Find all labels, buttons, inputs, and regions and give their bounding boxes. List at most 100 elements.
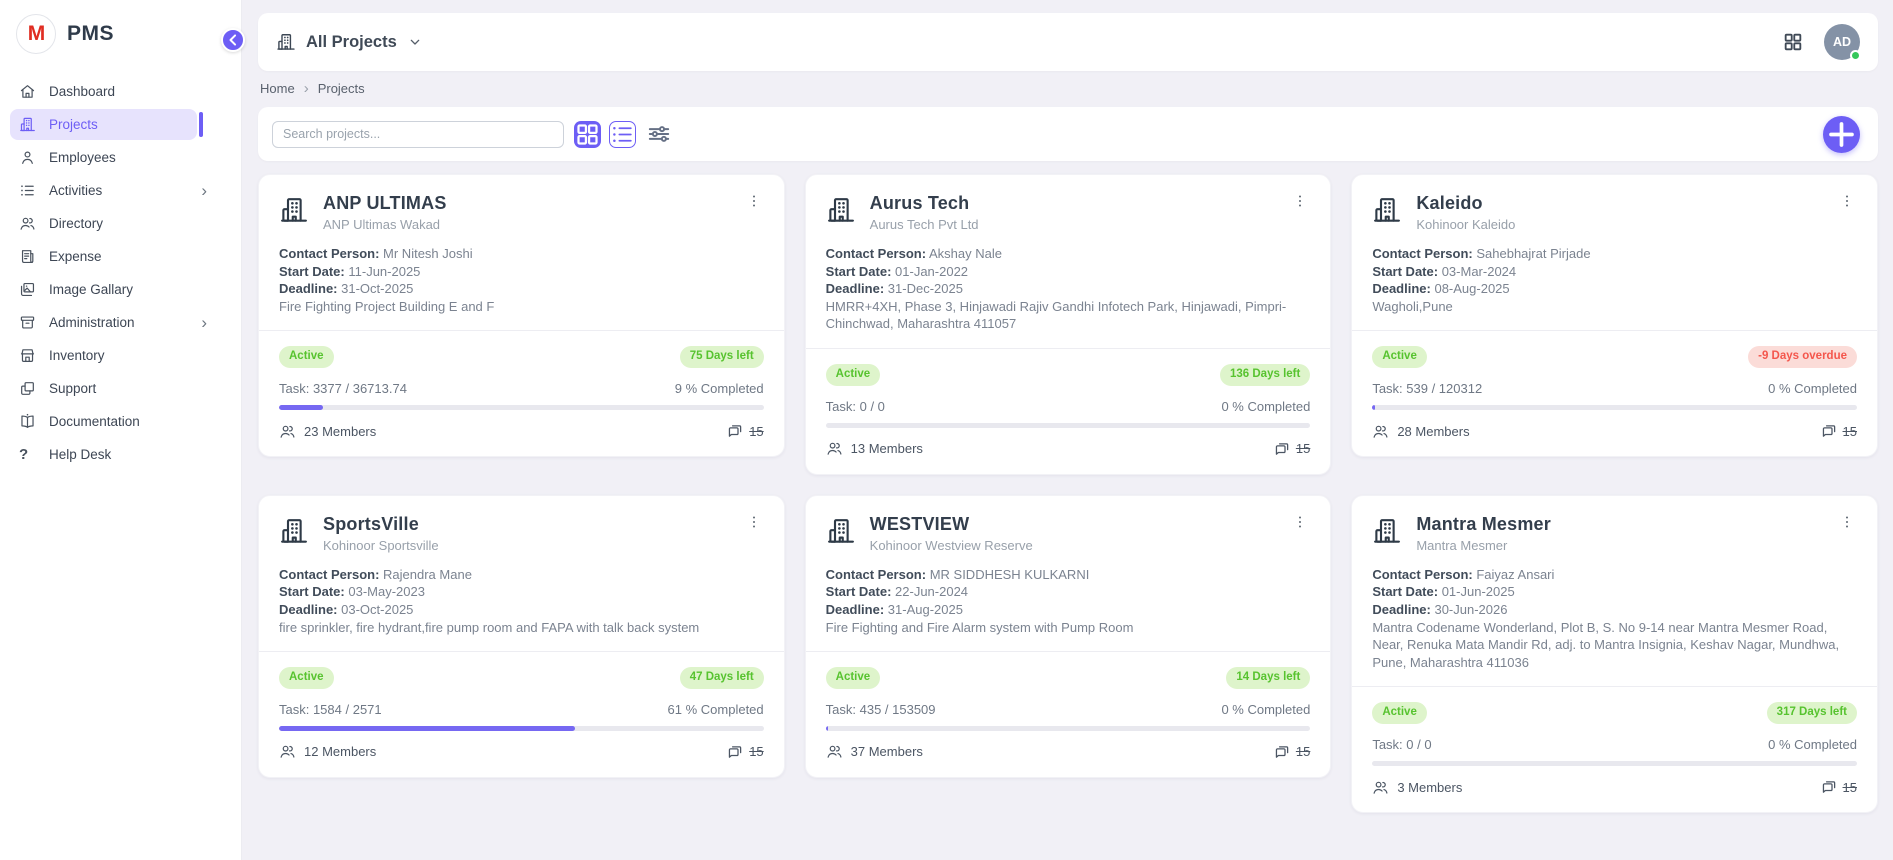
chevron-left-icon [223, 30, 243, 50]
sidebar-item-help-desk[interactable]: ? Help Desk [10, 439, 197, 470]
apps-grid-button[interactable] [1782, 31, 1804, 53]
card-menu-button[interactable] [1837, 514, 1857, 536]
comments-link[interactable]: 15 [1820, 422, 1857, 440]
card-menu-button[interactable] [1837, 193, 1857, 215]
building-icon [279, 516, 309, 546]
project-card[interactable]: SportsVille Kohinoor Sportsville Contact… [258, 495, 785, 778]
project-card[interactable]: Aurus Tech Aurus Tech Pvt Ltd Contact Pe… [805, 174, 1332, 475]
start-date-label: Start Date: [826, 264, 892, 279]
members-count: 13 Members [826, 440, 923, 457]
members-count: 3 Members [1372, 779, 1462, 796]
task-count: Task: 1584 / 2571 [279, 702, 382, 717]
comments-count: 15 [1296, 441, 1310, 456]
sidebar-item-expense[interactable]: Expense [10, 241, 197, 272]
contact-label: Contact Person: [279, 567, 379, 582]
add-project-button[interactable] [1823, 116, 1860, 153]
filter-button[interactable] [646, 121, 672, 147]
members-label: 12 Members [304, 744, 376, 759]
project-description: fire sprinkler, fire hydrant,fire pump r… [279, 619, 764, 637]
app-logo[interactable]: M PMS [0, 0, 241, 68]
deadline-value: 31-Aug-2025 [888, 602, 963, 617]
plus-icon [1823, 116, 1860, 153]
sidebar-item-label: Projects [49, 117, 188, 132]
receipt-icon [19, 248, 36, 265]
project-scope-dropdown[interactable]: All Projects [276, 32, 423, 52]
contact-value: Sahebhajrat Pirjade [1476, 246, 1590, 261]
copy-icon [19, 380, 36, 397]
progress-bar [826, 726, 1311, 731]
progress-fill [279, 726, 575, 731]
project-title: WESTVIEW [870, 514, 1277, 535]
days-badge: 14 Days left [1226, 667, 1310, 689]
building-icon [1372, 195, 1402, 225]
project-card[interactable]: WESTVIEW Kohinoor Westview Reserve Conta… [805, 495, 1332, 778]
people-icon [826, 440, 843, 457]
project-subtitle: Kohinoor Westview Reserve [870, 538, 1277, 553]
comments-link[interactable]: 15 [1273, 743, 1310, 761]
chevron-right-icon: › [201, 182, 207, 199]
project-title: Aurus Tech [870, 193, 1277, 214]
task-count: Task: 539 / 120312 [1372, 381, 1482, 396]
breadcrumb-current: Projects [318, 81, 365, 96]
sidebar-item-directory[interactable]: Directory [10, 208, 197, 239]
avatar[interactable]: AD [1824, 24, 1860, 60]
sidebar-item-label: Dashboard [49, 84, 188, 99]
start-date-value: 11-Jun-2025 [348, 264, 420, 279]
building-icon [19, 116, 36, 133]
task-count: Task: 435 / 153509 [826, 702, 936, 717]
list-icon [19, 182, 36, 199]
more-vertical-icon [1292, 193, 1308, 215]
start-date-value: 03-Mar-2024 [1442, 264, 1516, 279]
sidebar-item-administration[interactable]: Administration › [10, 307, 197, 338]
project-card[interactable]: Mantra Mesmer Mantra Mesmer Contact Pers… [1351, 495, 1878, 813]
card-menu-button[interactable] [744, 193, 764, 215]
sidebar-item-label: Administration [49, 315, 188, 330]
divider [259, 330, 784, 331]
app-name: PMS [67, 22, 114, 46]
members-label: 13 Members [851, 441, 923, 456]
page-title: All Projects [306, 33, 397, 52]
sidebar-item-documentation[interactable]: Documentation [10, 406, 197, 437]
comments-link[interactable]: 15 [726, 422, 763, 440]
deadline-value: 31-Oct-2025 [341, 281, 413, 296]
project-description: Mantra Codename Wonderland, Plot B, S. N… [1372, 619, 1857, 672]
sidebar-item-inventory[interactable]: Inventory [10, 340, 197, 371]
chevron-right-icon: › [201, 314, 207, 331]
sidebar-item-label: Image Gallary [49, 282, 188, 297]
status-badge: Active [826, 667, 881, 689]
sidebar-nav: Dashboard Projects Employees Activities … [0, 68, 241, 470]
sidebar-item-support[interactable]: Support [10, 373, 197, 404]
days-badge: 47 Days left [680, 667, 764, 689]
deadline-label: Deadline: [1372, 281, 1431, 296]
project-subtitle: Aurus Tech Pvt Ltd [870, 217, 1277, 232]
members-label: 28 Members [1397, 424, 1469, 439]
list-view-button[interactable] [609, 121, 636, 148]
sidebar-item-activities[interactable]: Activities › [10, 175, 197, 206]
sidebar-item-label: Inventory [49, 348, 188, 363]
deadline-value: 03-Oct-2025 [341, 602, 413, 617]
sidebar-item-employees[interactable]: Employees [10, 142, 197, 173]
search-input[interactable] [272, 121, 564, 148]
project-subtitle: Kohinoor Kaleido [1416, 217, 1823, 232]
sidebar-item-image-gallary[interactable]: Image Gallary [10, 274, 197, 305]
breadcrumb-home[interactable]: Home [260, 81, 295, 96]
sidebar-item-dashboard[interactable]: Dashboard [10, 76, 197, 107]
sidebar-item-projects[interactable]: Projects [10, 109, 197, 140]
grid-view-button[interactable] [574, 121, 601, 148]
sidebar-item-label: Directory [49, 216, 188, 231]
sidebar-collapse-button[interactable] [221, 28, 245, 52]
topbar: All Projects AD [258, 13, 1878, 71]
card-menu-button[interactable] [1290, 514, 1310, 536]
comments-link[interactable]: 15 [1820, 778, 1857, 796]
project-card[interactable]: ANP ULTIMAS ANP Ultimas Wakad Contact Pe… [258, 174, 785, 457]
members-count: 23 Members [279, 423, 376, 440]
card-menu-button[interactable] [1290, 193, 1310, 215]
comments-link[interactable]: 15 [1273, 440, 1310, 458]
members-count: 28 Members [1372, 423, 1469, 440]
card-menu-button[interactable] [744, 514, 764, 536]
project-card[interactable]: Kaleido Kohinoor Kaleido Contact Person:… [1351, 174, 1878, 457]
comments-link[interactable]: 15 [726, 743, 763, 761]
start-date-value: 01-Jun-2025 [1442, 584, 1515, 599]
divider [806, 651, 1331, 652]
comments-count: 15 [749, 744, 763, 759]
